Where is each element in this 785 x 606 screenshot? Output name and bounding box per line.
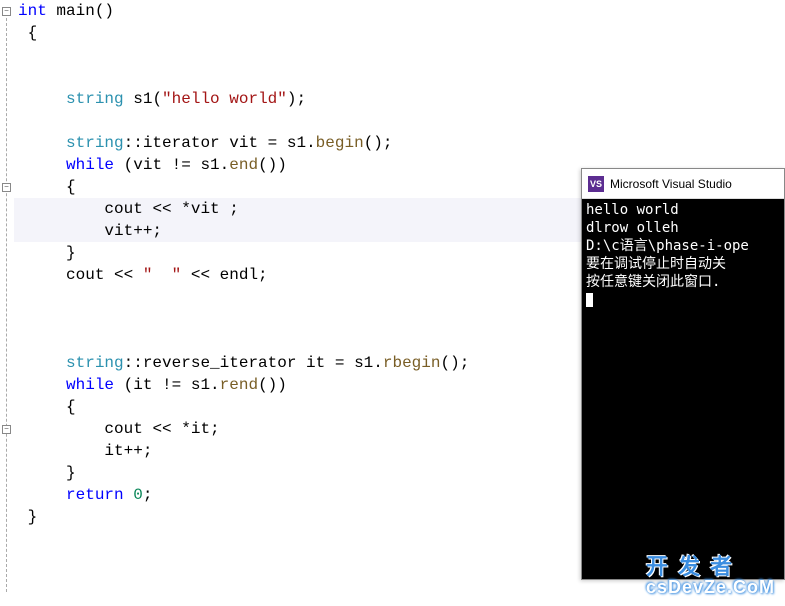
fold-guide-line: [6, 18, 7, 592]
open-brace: {: [28, 24, 38, 42]
while-cond-2: s1.: [191, 156, 229, 174]
console-line: hello world: [586, 202, 679, 218]
code-line[interactable]: string s1("hello world");: [14, 88, 785, 110]
fold-toggle-icon[interactable]: −: [2, 183, 11, 192]
stream-op: <<: [114, 266, 133, 284]
code-line[interactable]: [14, 66, 785, 88]
open-paren: (: [152, 90, 162, 108]
keyword-return: return: [66, 486, 124, 504]
identifier-it: it: [296, 354, 334, 372]
not-equal-op: !=: [172, 156, 191, 174]
call-end: ();: [440, 354, 469, 372]
open-brace: {: [66, 178, 76, 196]
console-line: dlrow olleh: [586, 220, 679, 236]
identifier-endl: endl;: [210, 266, 268, 284]
number-zero: 0: [124, 486, 143, 504]
type-string: string: [66, 90, 124, 108]
open-brace: {: [66, 398, 76, 416]
semicolon: ;: [143, 486, 153, 504]
code-line[interactable]: [14, 110, 785, 132]
identifier-cout: cout: [104, 420, 152, 438]
console-title: Microsoft Visual Studio: [610, 177, 732, 191]
call-end: ();: [364, 134, 393, 152]
while-cond-1: (it: [114, 376, 162, 394]
fold-gutter: − − −: [0, 0, 14, 528]
identifier-vit: vit: [220, 134, 268, 152]
code-line[interactable]: [14, 44, 785, 66]
while-cond-3: ()): [258, 376, 287, 394]
close-brace: }: [66, 464, 76, 482]
code-line[interactable]: string::iterator vit = s1.begin();: [14, 132, 785, 154]
method-rbegin: rbegin: [383, 354, 441, 372]
identifier-s1: s1: [124, 90, 153, 108]
close-brace: }: [66, 244, 76, 262]
console-window[interactable]: VS Microsoft Visual Studio hello world d…: [581, 168, 785, 580]
while-cond-2: s1.: [181, 376, 219, 394]
keyword-int: int: [18, 2, 47, 20]
iterator-type: ::iterator: [124, 134, 220, 152]
increment-stmt: vit++;: [104, 222, 162, 240]
increment-stmt: it++;: [104, 442, 152, 460]
close-brace: }: [28, 508, 38, 526]
semicolon: ;: [296, 90, 306, 108]
code-line[interactable]: {: [14, 22, 785, 44]
stream-op: <<: [152, 200, 171, 218]
identifier-cout: cout: [66, 266, 114, 284]
visual-studio-icon: VS: [588, 176, 604, 192]
while-cond-3: ()): [258, 156, 287, 174]
console-output[interactable]: hello world dlrow olleh D:\c语言\phase-i-o…: [582, 199, 784, 579]
reverse-iterator-type: ::reverse_iterator: [124, 354, 297, 372]
fold-toggle-icon[interactable]: −: [2, 425, 11, 434]
method-begin: begin: [316, 134, 364, 152]
keyword-while: while: [66, 156, 114, 174]
deref-expr: *it;: [172, 420, 220, 438]
while-cond-1: (vit: [114, 156, 172, 174]
keyword-while: while: [66, 376, 114, 394]
identifier-s1-dot: s1.: [344, 354, 382, 372]
method-end: end: [229, 156, 258, 174]
type-string: string: [66, 354, 124, 372]
console-line: 要在调试停止时自动关: [586, 256, 726, 272]
watermark-text-bottom: csDevZe.CoM: [646, 577, 775, 598]
type-string: string: [66, 134, 124, 152]
identifier-main: main: [47, 2, 95, 20]
code-line[interactable]: int main(): [14, 0, 785, 22]
not-equal-op: !=: [162, 376, 181, 394]
vs-icon-label: VS: [590, 179, 602, 189]
string-literal: "hello world": [162, 90, 287, 108]
console-titlebar[interactable]: VS Microsoft Visual Studio: [582, 169, 784, 199]
assign-op: =: [268, 134, 278, 152]
stream-op: <<: [152, 420, 171, 438]
fold-toggle-icon[interactable]: −: [2, 7, 11, 16]
console-line: 按任意键关闭此窗口.: [586, 274, 720, 290]
method-rend: rend: [220, 376, 258, 394]
parentheses: (): [95, 2, 114, 20]
stream-op: <<: [191, 266, 210, 284]
cursor-icon: [586, 293, 593, 307]
console-line: D:\c语言\phase-i-ope: [586, 238, 749, 254]
identifier-cout: cout: [104, 200, 152, 218]
string-literal: " ": [133, 266, 191, 284]
deref-expr: *vit ;: [172, 200, 239, 218]
identifier-s1-dot: s1.: [277, 134, 315, 152]
